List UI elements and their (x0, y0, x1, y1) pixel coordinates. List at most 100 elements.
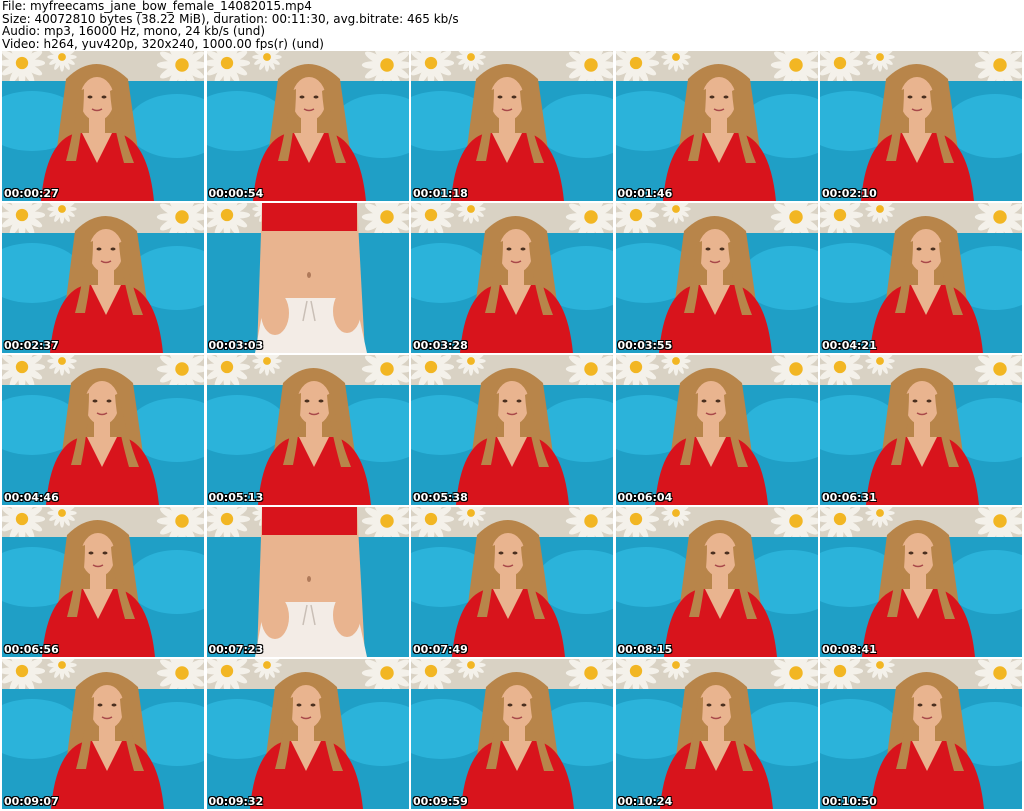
video-thumbnail: 00:01:18 (411, 51, 613, 201)
thumbnail-frame (2, 203, 204, 353)
thumbnail-frame (411, 355, 613, 505)
video-thumbnail: 00:02:10 (820, 51, 1022, 201)
timestamp-label: 00:02:37 (4, 339, 59, 352)
thumbnail-frame (411, 659, 613, 809)
timestamp-label: 00:04:21 (822, 339, 877, 352)
face (296, 381, 331, 425)
video-thumbnail: 00:03:55 (615, 203, 818, 353)
thumbnail-frame (820, 507, 1022, 657)
thumbnail-frame (2, 659, 204, 809)
thumbnail-frame (411, 507, 613, 657)
thumbnail-frame (615, 355, 818, 505)
thumbnail-frame (615, 203, 818, 353)
face (701, 77, 736, 121)
video-thumbnail: 00:06:31 (820, 355, 1022, 505)
thumbnail-frame (615, 51, 818, 201)
face (495, 381, 529, 425)
timestamp-label: 00:10:24 (617, 795, 673, 808)
info-header: File: myfreecams_jane_bow_female_1408201… (2, 0, 1022, 50)
timestamp-label: 00:03:55 (617, 339, 673, 352)
face (89, 229, 123, 273)
thumbnail-frame (206, 355, 409, 505)
thumbnail-frame (820, 51, 1022, 201)
thumbnail-frame (411, 51, 613, 201)
thumbnail-frame (615, 659, 818, 809)
video-thumbnail: 00:01:46 (615, 51, 818, 201)
face (702, 533, 737, 577)
timestamp-label: 00:00:54 (208, 187, 264, 200)
timestamp-label: 00:10:50 (822, 795, 877, 808)
timestamp-label: 00:08:15 (617, 643, 673, 656)
video-thumbnail: 00:00:27 (2, 51, 204, 201)
timestamp-label: 00:07:23 (208, 643, 264, 656)
red-top (261, 507, 357, 535)
thumbnail-frame (820, 203, 1022, 353)
thumbnail-frame (2, 355, 204, 505)
face (697, 229, 732, 273)
face (491, 533, 525, 577)
video-thumbnail: 00:08:15 (615, 507, 818, 657)
timestamp-label: 00:04:46 (4, 491, 59, 504)
face (905, 381, 939, 425)
timestamp-label: 00:01:46 (617, 187, 673, 200)
video-thumbnail: 00:04:46 (2, 355, 204, 505)
video-thumbnail: 00:05:38 (411, 355, 613, 505)
hand (332, 289, 361, 333)
timestamp-label: 00:01:18 (413, 187, 468, 200)
face (90, 685, 124, 729)
face (910, 685, 944, 729)
video-thumbnail: 00:08:41 (820, 507, 1022, 657)
video-thumbnail: 00:06:56 (2, 507, 204, 657)
red-top (261, 203, 357, 231)
hand (332, 593, 361, 637)
timestamp-label: 00:06:04 (617, 491, 673, 504)
face (499, 229, 533, 273)
video-thumbnail: 00:07:23 (206, 507, 409, 657)
timestamp-label: 00:03:28 (413, 339, 468, 352)
timestamp-label: 00:09:07 (4, 795, 59, 808)
video-thumbnail: 00:04:21 (820, 203, 1022, 353)
video-thumbnail: 00:06:04 (615, 355, 818, 505)
timestamp-label: 00:09:32 (208, 795, 264, 808)
timestamp-label: 00:08:41 (822, 643, 877, 656)
timestamp-label: 00:05:38 (413, 491, 468, 504)
face (698, 685, 733, 729)
face (693, 381, 728, 425)
hand (260, 291, 289, 335)
video-thumbnail: 00:03:03 (206, 203, 409, 353)
video-thumbnail: 00:09:32 (206, 659, 409, 809)
video-info-line: Video: h264, yuv420p, 320x240, 1000.00 f… (2, 36, 324, 50)
face (85, 381, 119, 425)
audio-info-line: Audio: mp3, 16000 Hz, mono, 24 kb/s (und… (2, 24, 266, 38)
video-thumbnail: 00:00:54 (206, 51, 409, 201)
thumbnail-frame (615, 507, 818, 657)
thumbnail-frame (820, 355, 1022, 505)
video-thumbnail: 00:07:49 (411, 507, 613, 657)
face (909, 229, 943, 273)
thumbnail-frame (820, 659, 1022, 809)
timestamp-label: 00:07:49 (413, 643, 468, 656)
timestamp-label: 00:02:10 (822, 187, 877, 200)
face (901, 533, 935, 577)
timestamp-label: 00:09:59 (413, 795, 468, 808)
thumbnail-frame (206, 659, 409, 809)
thumbnail-grid: 00:00:27 00:00:54 00:01:18 00:01:46 00:02:10… (2, 51, 1022, 811)
thumbnail-frame (2, 51, 204, 201)
video-thumbnail: 00:10:50 (820, 659, 1022, 809)
video-thumbnail: 00:05:13 (206, 355, 409, 505)
face (81, 533, 115, 577)
face (288, 685, 323, 729)
timestamp-label: 00:06:31 (822, 491, 877, 504)
face (500, 685, 534, 729)
thumbnail-frame (2, 507, 204, 657)
face (80, 77, 114, 121)
file-name-line: File: myfreecams_jane_bow_female_1408201… (2, 0, 312, 13)
timestamp-label: 00:06:56 (4, 643, 59, 656)
video-thumbnail: 00:09:59 (411, 659, 613, 809)
video-thumbnail: 00:03:28 (411, 203, 613, 353)
face (490, 77, 524, 121)
timestamp-label: 00:00:27 (4, 187, 59, 200)
timestamp-label: 00:05:13 (208, 491, 264, 504)
timestamp-label: 00:03:03 (208, 339, 264, 352)
thumbnail-frame (206, 203, 409, 353)
